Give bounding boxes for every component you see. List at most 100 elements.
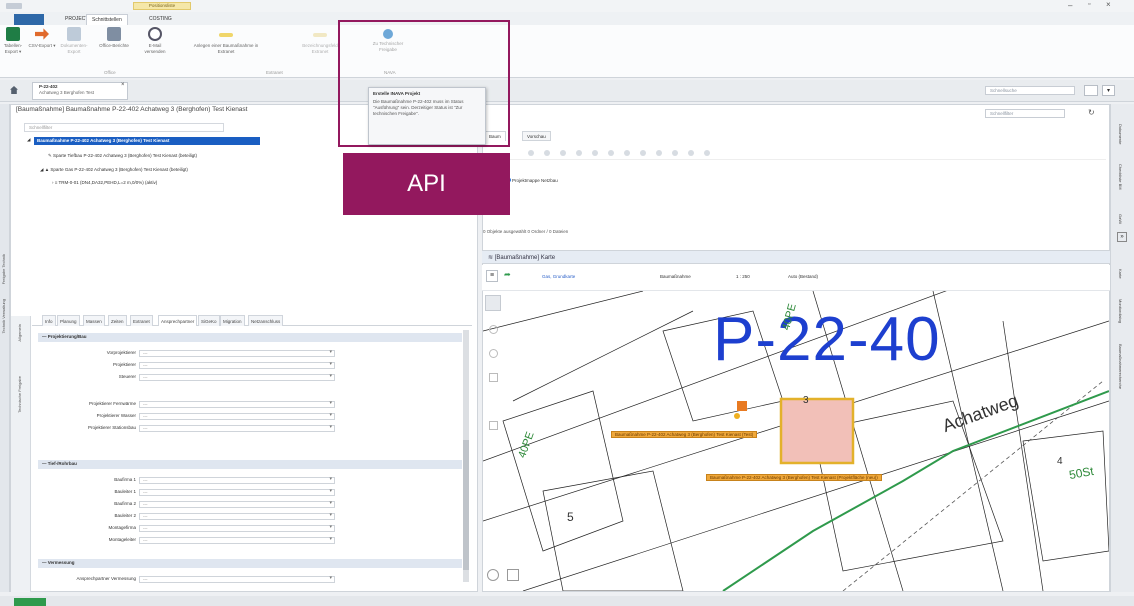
vorprojektierer-select[interactable]: --- bbox=[139, 350, 335, 357]
toolbar-icon[interactable] bbox=[640, 150, 646, 156]
extranet-field-button[interactable]: Bezeichnungsfeld Extranet bbox=[302, 27, 338, 55]
tabellen-export-button[interactable]: Tabellen-Export ▾ bbox=[0, 27, 26, 55]
bauleiter-1-select[interactable]: --- bbox=[139, 489, 335, 496]
map-tool-icon[interactable] bbox=[489, 325, 498, 334]
tab-zeiten[interactable]: Zeiten bbox=[108, 315, 127, 326]
toolbar-icon[interactable] bbox=[624, 150, 630, 156]
project-folder-item[interactable]: Projektmappe Netzbau bbox=[512, 178, 558, 183]
toolbar-icon[interactable] bbox=[528, 150, 534, 156]
toolbar-icon[interactable] bbox=[672, 150, 678, 156]
tab-massen[interactable]: Massen bbox=[83, 315, 105, 326]
baufirma-2-select[interactable]: --- bbox=[139, 501, 335, 508]
dropdown-arrow-icon[interactable]: ▾ bbox=[1102, 85, 1115, 96]
side-tab-dokumente[interactable]: Dokumente bbox=[1118, 124, 1123, 144]
quick-filter-input[interactable]: Schnellfilter bbox=[24, 123, 224, 132]
map-tool-icon[interactable] bbox=[489, 349, 498, 358]
section-tiefbau[interactable]: — Tief-/Rohrbau bbox=[38, 460, 462, 469]
toolbar-icon[interactable] bbox=[704, 150, 710, 156]
map-object-label[interactable]: Baumaßnahme P-22-402 Achatweg 3 (Berghof… bbox=[706, 474, 882, 481]
dokumenten-export-button[interactable]: Dokumenten-Export bbox=[60, 27, 88, 55]
create-measure-extranet-button[interactable]: Anlegen einer Baumaßnahme in Extranet bbox=[188, 27, 264, 55]
tab-info[interactable]: Info bbox=[42, 315, 56, 326]
document-tab[interactable]: P-22-402 Achatweg 3 Berghofen Test bbox=[32, 82, 128, 100]
toolbar-icon[interactable] bbox=[656, 150, 662, 156]
toolbar-icon[interactable] bbox=[688, 150, 694, 156]
toolbar-icon[interactable] bbox=[592, 150, 598, 156]
vermessung-select[interactable]: --- bbox=[139, 576, 335, 583]
tab-migration[interactable]: Migration bbox=[220, 315, 245, 326]
section-vermessung[interactable]: — Vermessung bbox=[38, 559, 462, 568]
tab-ansprechpartner[interactable]: Ansprechpartner bbox=[158, 315, 198, 326]
tooltip-title: Erstelle INAVA Projekt bbox=[373, 91, 421, 96]
side-tab-recherche[interactable]: Baumaßnahmerecherche bbox=[1118, 344, 1123, 389]
warning-marker-icon[interactable] bbox=[737, 401, 747, 411]
file-tab[interactable] bbox=[14, 14, 44, 25]
csv-export-button[interactable]: CSV-Export ▾ bbox=[27, 27, 57, 49]
montageleiter-select[interactable]: --- bbox=[139, 537, 335, 544]
tab-vorschau[interactable]: Vorschau bbox=[522, 131, 551, 141]
email-button[interactable]: E-Mail versenden bbox=[138, 27, 172, 55]
projektierer-fernwaerme-select[interactable]: --- bbox=[139, 401, 335, 408]
office-berichte-button[interactable]: Office-Berichte bbox=[92, 27, 136, 49]
left-side-strip: Freigabe Technik Technik Verwaltung bbox=[0, 104, 10, 592]
context-tab-pill[interactable]: Positionsliste bbox=[133, 2, 191, 10]
restore-icon[interactable]: ▫ bbox=[1088, 1, 1090, 8]
map-object-label[interactable]: Baumaßnahme P-22-402 Achatweg 3 (Berghof… bbox=[611, 431, 758, 438]
projektierer-stationsbau-select[interactable]: --- bbox=[139, 425, 335, 432]
collapse-icon[interactable]: » bbox=[1117, 232, 1127, 242]
side-label-freigabe[interactable]: Freigabe Technik bbox=[1, 254, 6, 284]
projektierer-select[interactable]: --- bbox=[139, 362, 335, 369]
tab-netzanschluss[interactable]: Netzanschluss bbox=[248, 315, 284, 326]
side-label-allgemein[interactable]: Allgemein bbox=[17, 324, 22, 342]
expand-icon[interactable] bbox=[1084, 85, 1098, 96]
map-layer-select[interactable]: Gas, Grundkarte bbox=[542, 274, 575, 279]
map-edit-icon[interactable] bbox=[507, 569, 519, 581]
side-tab-checkliste[interactable]: Checkliste BM bbox=[1118, 164, 1123, 190]
tree-item-tiefbau[interactable]: ✎ Sparte Tiefbau P-22-402 Achatweg 3 (Be… bbox=[48, 153, 197, 159]
location-pin-icon[interactable] bbox=[734, 413, 740, 419]
side-label-technische-freigabe[interactable]: Technische Freigabe bbox=[17, 376, 22, 413]
side-tab-gawi[interactable]: GaWi bbox=[1118, 214, 1123, 224]
map-globe-icon[interactable] bbox=[487, 569, 499, 581]
tab-costing[interactable]: COSTING bbox=[144, 14, 177, 25]
map-select-tool[interactable] bbox=[485, 295, 501, 311]
tree-expand-icon[interactable]: ◢ bbox=[27, 137, 30, 143]
toolbar-icon[interactable] bbox=[544, 150, 550, 156]
map-canvas[interactable]: P-22-40 Achatweg 40PE 40PE 50St 3 4 5 Ba… bbox=[483, 291, 1109, 591]
tab-sigeko[interactable]: SiGeKo bbox=[198, 315, 220, 326]
refresh-icon[interactable]: ↻ bbox=[1088, 108, 1095, 117]
toolbar-icon[interactable] bbox=[576, 150, 582, 156]
tree-item-gas[interactable]: ◢ ▲ Sparte Gas P-22-402 Achatweg 3 (Berg… bbox=[40, 167, 188, 173]
steuerer-select[interactable]: --- bbox=[139, 374, 335, 381]
side-label-verwaltung[interactable]: Technik Verwaltung bbox=[1, 299, 6, 333]
close-icon[interactable]: × bbox=[1106, 0, 1111, 9]
section-projektierung[interactable]: — Projektierung/Bau bbox=[38, 333, 462, 342]
tab-extranet[interactable]: Extranet bbox=[130, 315, 153, 326]
side-tab-karte[interactable]: Karte bbox=[1118, 269, 1123, 279]
tab-schnittstellen[interactable]: Schnittstellen bbox=[86, 14, 128, 25]
baufirma-1-select[interactable]: --- bbox=[139, 477, 335, 484]
properties-scroll-thumb[interactable] bbox=[463, 440, 469, 570]
toolbar-icon[interactable] bbox=[608, 150, 614, 156]
map-tool-icon[interactable] bbox=[489, 373, 498, 382]
map-mode-select[interactable]: Auto (Bestand) bbox=[788, 274, 818, 279]
tree-item-selected[interactable]: Baumaßnahme P-22-402 Achatweg 3 (Berghof… bbox=[34, 137, 260, 145]
quick-access-icon[interactable] bbox=[6, 3, 22, 9]
status-indicator[interactable] bbox=[14, 598, 46, 606]
toolbar-icon[interactable] bbox=[560, 150, 566, 156]
document-tab-close-icon[interactable]: × bbox=[121, 82, 125, 88]
side-tab-monitordialog[interactable]: Monitordialog bbox=[1118, 299, 1123, 323]
bauleiter-2-select[interactable]: --- bbox=[139, 513, 335, 520]
map-menu-icon[interactable]: ≡ bbox=[486, 270, 498, 282]
minimize-icon[interactable]: – bbox=[1068, 1, 1072, 10]
project-area[interactable] bbox=[779, 397, 855, 465]
projektierer-wasser-select[interactable]: --- bbox=[139, 413, 335, 420]
map-scale-select[interactable]: 1 : 250 bbox=[736, 274, 750, 279]
map-tool-icon[interactable] bbox=[489, 421, 498, 430]
map-arrow-icon[interactable]: ➦ bbox=[504, 270, 511, 279]
quick-search-input[interactable]: Schnellsuche bbox=[985, 86, 1075, 95]
montagefirma-select[interactable]: --- bbox=[139, 525, 335, 532]
right-filter-input[interactable]: Schnellfilter bbox=[985, 109, 1065, 118]
tree-item-pipe[interactable]: › ≡ TRM-0-01 (DN4,DA32,PEHD,L=2 m,0/0%) … bbox=[52, 180, 157, 185]
tab-planung[interactable]: Planung bbox=[57, 315, 80, 326]
